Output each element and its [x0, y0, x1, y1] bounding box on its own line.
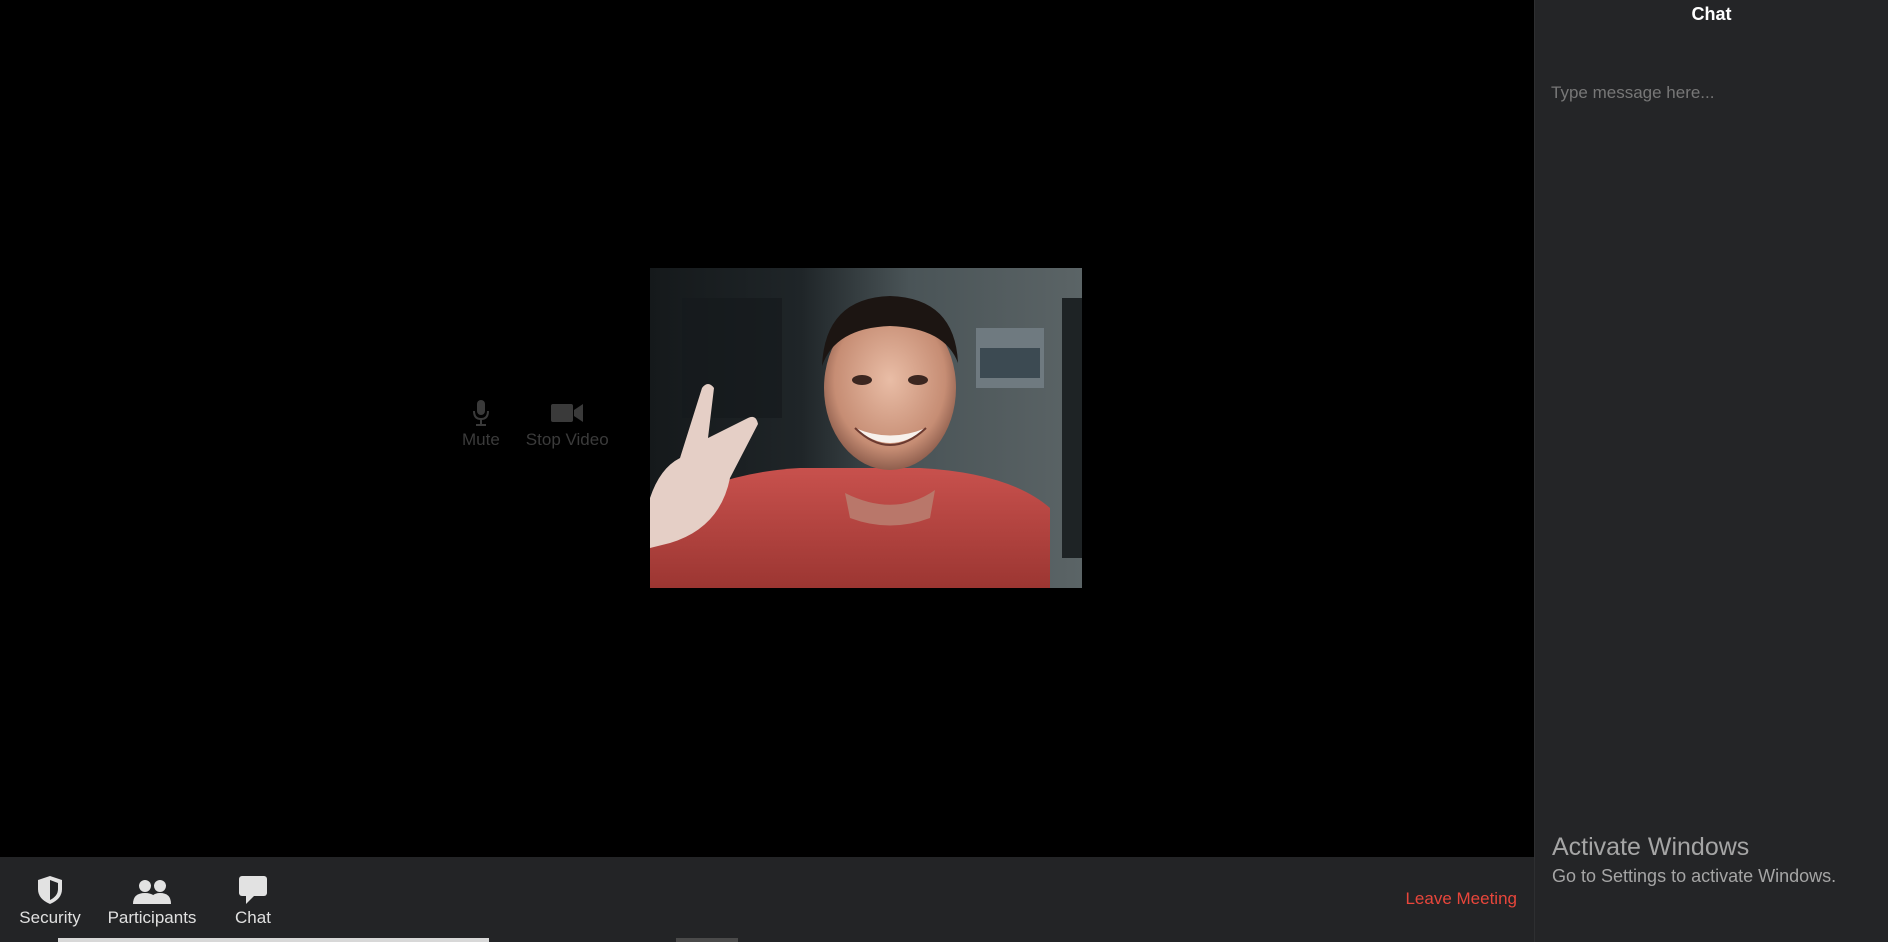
chat-panel: Chat: [1534, 0, 1888, 942]
stop-video-button[interactable]: Stop Video: [526, 398, 609, 450]
people-icon: [133, 871, 171, 905]
microphone-icon: [472, 398, 490, 428]
shield-icon: [36, 871, 64, 905]
meeting-toolbar: Security Participants Chat Leave Meeting: [0, 857, 1534, 942]
security-label: Security: [19, 908, 81, 927]
mute-label: Mute: [462, 430, 500, 449]
toolbar-scroll-marker: [676, 938, 738, 942]
stop-video-label: Stop Video: [525, 430, 609, 449]
watermark-subtitle: Go to Settings to activate Windows.: [1552, 866, 1837, 886]
mute-button[interactable]: Mute: [462, 398, 500, 450]
participant-video-tile[interactable]: [650, 268, 1082, 588]
participants-label: Participants: [107, 908, 197, 927]
chat-message-input[interactable]: [1545, 78, 1875, 108]
chat-button[interactable]: Chat: [218, 857, 288, 942]
chat-label: Chat: [235, 908, 271, 927]
participants-button[interactable]: Participants: [102, 857, 202, 942]
activate-windows-watermark: Activate Windows Go to Settings to activ…: [1552, 833, 1836, 887]
video-hover-controls: Mute Stop Video: [462, 398, 609, 450]
security-button[interactable]: Security: [10, 857, 90, 942]
leave-meeting-button[interactable]: Leave Meeting: [1405, 889, 1517, 909]
meeting-window: Mute Stop Video Security Participants Ch…: [0, 0, 1888, 942]
chat-panel-title: Chat: [1691, 4, 1732, 24]
toolbar-scroll-indicator[interactable]: [58, 938, 489, 942]
meeting-stage: Mute Stop Video: [0, 0, 1534, 857]
speech-bubble-icon: [238, 871, 268, 905]
webcam-feed-image: [650, 268, 1082, 588]
toolbar-scroll-track: [0, 938, 1534, 942]
video-camera-icon: [550, 398, 584, 428]
watermark-title: Activate Windows: [1552, 833, 1750, 861]
